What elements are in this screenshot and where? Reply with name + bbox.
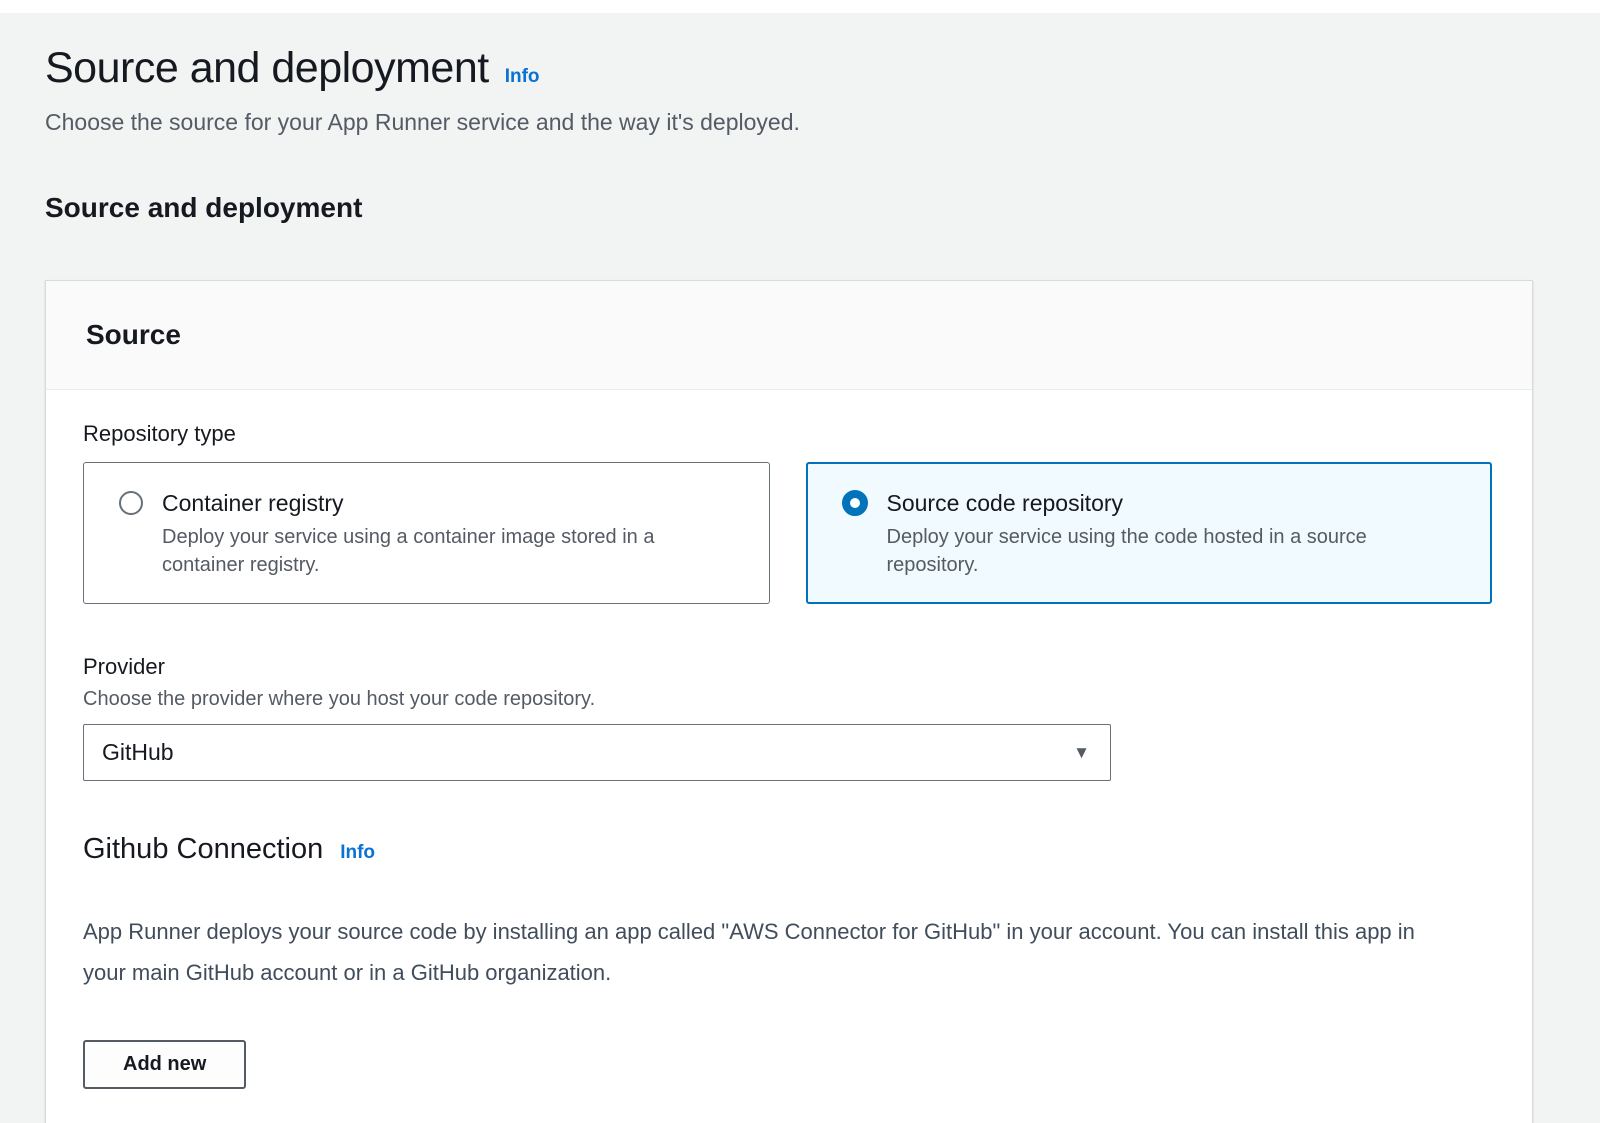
github-connection-paragraph: App Runner deploys your source code by i… (83, 911, 1463, 993)
source-panel: Source Repository type Container registr… (45, 280, 1533, 1123)
page-title: Source and deployment (45, 42, 489, 94)
github-connection-heading: Github Connection (83, 833, 323, 866)
radio-unselected-icon[interactable] (119, 491, 143, 515)
tile-title: Container registry (162, 488, 722, 519)
page-title-info-link[interactable]: Info (505, 66, 540, 88)
provider-select-value: GitHub (102, 739, 174, 766)
page-header: Source and deployment Info (45, 42, 1533, 94)
provider-field: Provider Choose the provider where you h… (83, 653, 1492, 781)
provider-label: Provider (83, 653, 1492, 681)
github-connection-header: Github Connection Info (83, 833, 1492, 866)
source-panel-title: Source (86, 319, 1492, 351)
tile-title: Source code repository (887, 488, 1447, 519)
top-strip (0, 0, 1600, 13)
tile-body: Source code repository Deploy your servi… (887, 488, 1447, 579)
repository-type-tiles: Container registry Deploy your service u… (83, 462, 1492, 604)
tile-source-code-repository[interactable]: Source code repository Deploy your servi… (806, 462, 1493, 604)
caret-down-icon: ▼ (1073, 743, 1090, 763)
github-connection-info-link[interactable]: Info (340, 842, 375, 864)
add-new-button[interactable]: Add new (83, 1040, 246, 1089)
provider-select[interactable]: GitHub ▼ (83, 724, 1111, 781)
tile-container-registry[interactable]: Container registry Deploy your service u… (83, 462, 770, 604)
section-heading: Source and deployment (45, 192, 1533, 224)
source-panel-header: Source (46, 281, 1532, 390)
repository-type-label: Repository type (83, 420, 1492, 448)
provider-description: Choose the provider where you host your … (83, 686, 1492, 713)
tile-description: Deploy your service using a container im… (162, 523, 722, 579)
page-subtitle: Choose the source for your App Runner se… (45, 106, 1533, 138)
source-panel-content: Repository type Container registry Deplo… (46, 390, 1532, 1089)
radio-selected-icon[interactable] (842, 490, 868, 516)
source-and-deployment-page: Source and deployment Info Choose the so… (0, 13, 1600, 1123)
tile-description: Deploy your service using the code hoste… (887, 523, 1447, 579)
tile-body: Container registry Deploy your service u… (162, 488, 722, 579)
